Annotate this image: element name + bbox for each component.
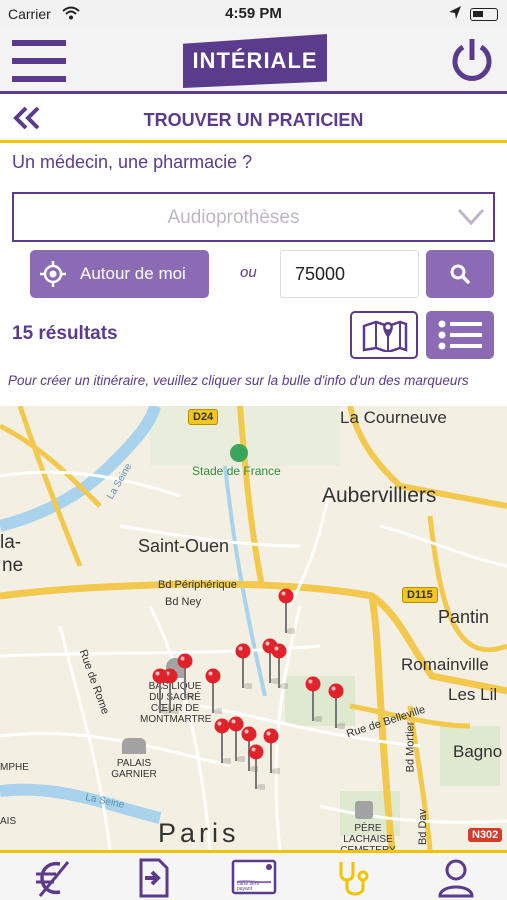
road-badge-label: D24 — [193, 411, 214, 423]
search-icon — [450, 264, 470, 284]
map-label-bd-davout: Bd Dav — [417, 808, 430, 846]
map-label-left-mphe: MPHE — [0, 762, 29, 773]
itinerary-hint: Pour créer un itinéraire, veuillez cliqu… — [8, 373, 469, 388]
map-marker-pin[interactable] — [270, 642, 288, 692]
status-bar: Carrier 4:59 PM — [0, 0, 507, 28]
map-marker-pin[interactable] — [176, 652, 194, 702]
map-label-paris: Paris — [158, 818, 240, 848]
map-label-pantin: Pantin — [438, 607, 490, 627]
menu-line-icon — [12, 58, 66, 64]
location-arrow-icon — [449, 6, 461, 19]
road-badge-label: D115 — [407, 589, 433, 601]
stadium-icon — [230, 444, 248, 462]
app-header: INTÉRIALE — [0, 28, 507, 94]
list-view-button[interactable] — [426, 311, 494, 359]
page-title-bar: TROUVER UN PRATICIEN — [0, 97, 507, 143]
road-badge-n302: N302 — [468, 828, 503, 842]
document-arrow-icon[interactable] — [131, 858, 175, 898]
battery-icon — [470, 8, 498, 21]
card-icon — [231, 859, 277, 895]
menu-line-icon — [12, 40, 66, 46]
or-label: ou — [240, 264, 257, 281]
map-marker-pin[interactable] — [204, 667, 222, 717]
map-label-pere-lachaise: PÈRE LACHAISE CEMETERY — [340, 823, 395, 850]
around-me-button[interactable]: Autour de moi — [30, 250, 209, 298]
map-marker-pin[interactable] — [247, 743, 265, 793]
map-label-left-ais: AIS — [0, 816, 17, 827]
stethoscope-icon[interactable] — [333, 858, 377, 898]
menu-line-icon — [12, 76, 66, 82]
map-label-stade-de-france: Stade de France — [192, 464, 281, 478]
map-label-palais-garnier: PALAIS GARNIER — [111, 758, 157, 780]
map-label-bd-mortier: Bd Mortier — [404, 721, 417, 773]
map-label-la-courneuve: La Courneuve — [340, 408, 447, 427]
search-button[interactable] — [426, 250, 494, 298]
results-map[interactable]: D24 D115 N302 La Courneuve Stade de Fran… — [0, 406, 507, 850]
map-label-left-la: la- — [0, 532, 22, 553]
specialty-value: Audioprothèses — [167, 207, 300, 228]
map-label-bagnolet: Bagno — [453, 742, 503, 761]
road-badge-d115: D115 — [402, 587, 438, 603]
monument-icon — [355, 801, 373, 819]
results-count: 15 résultats — [12, 323, 118, 344]
bottom-nav: carte tiers payant — [0, 850, 507, 900]
map-icon — [362, 320, 408, 352]
page-title: TROUVER UN PRATICIEN — [143, 110, 364, 130]
clock: 4:59 PM — [225, 5, 282, 22]
map-marker-pin[interactable] — [304, 675, 322, 725]
road-badge-label: N302 — [472, 829, 499, 841]
map-marker-pin[interactable] — [234, 642, 252, 692]
map-marker-pin[interactable] — [277, 587, 295, 637]
map-label-left-ne: ne — [2, 555, 24, 576]
interiale-logo: INTÉRIALE — [183, 34, 327, 88]
tiers-payant-card-tab[interactable]: carte tiers payant — [231, 858, 277, 898]
map-view-button[interactable] — [350, 311, 418, 359]
map-label-bd-ney: Bd Ney — [165, 596, 202, 608]
chevron-down-icon — [457, 208, 485, 226]
search-question: Un médecin, une pharmacie ? — [12, 152, 253, 172]
card-caption: carte tiers payant — [237, 881, 259, 892]
map-marker-pin[interactable] — [151, 667, 169, 717]
profile-icon[interactable] — [434, 858, 478, 898]
map-marker-pin[interactable] — [213, 717, 231, 767]
map-label-saint-ouen: Saint-Ouen — [138, 536, 230, 556]
list-icon — [438, 320, 482, 350]
postal-code-input[interactable] — [280, 250, 419, 298]
map-label-aubervilliers: Aubervilliers — [322, 484, 437, 507]
around-me-label: Autour de moi — [80, 264, 186, 283]
monument-icon — [122, 738, 146, 754]
map-label-bd-peripherique: Bd Périphérique — [158, 579, 237, 591]
power-icon[interactable] — [449, 37, 495, 83]
euro-icon[interactable] — [30, 858, 74, 898]
specialty-select[interactable]: Audioprothèses — [12, 192, 495, 242]
road-badge-d24: D24 — [188, 409, 219, 425]
map-marker-pin[interactable] — [327, 682, 345, 732]
menu-button[interactable] — [12, 40, 66, 82]
crosshair-icon — [40, 261, 66, 287]
map-label-les-lilas: Les Lil — [448, 685, 498, 704]
map-label-romainville: Romainville — [401, 655, 489, 674]
logo-text: INTÉRIALE — [192, 48, 318, 73]
